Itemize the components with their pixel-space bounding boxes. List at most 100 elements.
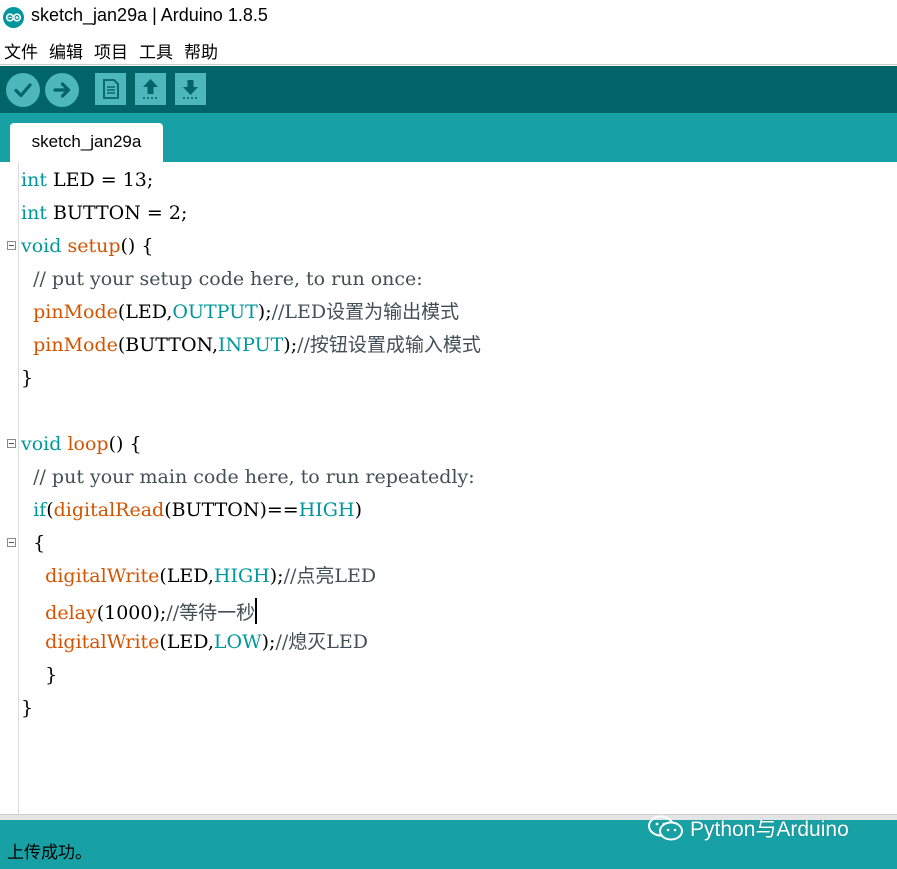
code-token: //熄灭LED bbox=[275, 631, 368, 653]
menu-help[interactable]: 帮助 bbox=[184, 38, 218, 63]
check-icon bbox=[14, 83, 32, 98]
code-line[interactable]: pinMode(BUTTON,INPUT);//按钮设置成输入模式 bbox=[21, 334, 481, 356]
menu-tools[interactable]: 工具 bbox=[139, 38, 173, 63]
arduino-logo-icon bbox=[3, 7, 24, 28]
code-line[interactable]: digitalWrite(LED,HIGH);//点亮LED bbox=[21, 565, 376, 587]
wechat-icon bbox=[646, 814, 686, 842]
arrow-down-icon bbox=[183, 80, 198, 99]
code-token: pinMode bbox=[33, 301, 118, 323]
code-token: digitalWrite bbox=[45, 631, 160, 653]
verify-button[interactable] bbox=[6, 73, 40, 107]
code-line[interactable]: int LED = 13; bbox=[21, 169, 153, 191]
menu-edit[interactable]: 编辑 bbox=[49, 38, 83, 63]
code-token: () { bbox=[120, 235, 154, 257]
code-token: //点亮LED bbox=[283, 565, 377, 587]
tab-bar: sketch_jan29a bbox=[0, 113, 897, 162]
code-token: HIGH bbox=[213, 565, 270, 587]
code-token: ); bbox=[261, 631, 276, 653]
gutter-divider bbox=[18, 162, 19, 814]
code-token: (LED, bbox=[117, 301, 173, 323]
arrow-right-icon bbox=[53, 82, 71, 98]
code-line[interactable]: void setup() { bbox=[21, 235, 153, 257]
code-token: //LED设置为输出模式 bbox=[271, 301, 460, 323]
code-token: digitalRead bbox=[53, 499, 165, 521]
code-token: //等待一秒 bbox=[166, 602, 256, 624]
code-line[interactable]: { bbox=[21, 532, 45, 554]
document-icon bbox=[103, 79, 119, 99]
code-editor[interactable]: int LED = 13; int BUTTON = 2; void setup()… bbox=[0, 162, 897, 814]
code-token: ( bbox=[46, 499, 54, 521]
status-message: 上传成功。 bbox=[7, 843, 92, 863]
code-token: (1000); bbox=[96, 602, 167, 624]
tab-sketch[interactable]: sketch_jan29a bbox=[10, 123, 163, 162]
code-token: if bbox=[33, 499, 47, 521]
code-line[interactable]: void loop() { bbox=[21, 433, 142, 455]
menu-bar: 文件 编辑 项目 工具 帮助 bbox=[0, 34, 897, 65]
code-line[interactable]: if(digitalRead(BUTTON)==HIGH) bbox=[21, 499, 362, 521]
code-token: digitalWrite bbox=[45, 565, 160, 587]
code-token: ); bbox=[283, 334, 298, 356]
code-token: void bbox=[21, 433, 62, 455]
tab-label: sketch_jan29a bbox=[31, 132, 142, 151]
code-line[interactable]: } bbox=[21, 367, 33, 389]
code-token: () { bbox=[108, 433, 142, 455]
code-token: (LED, bbox=[159, 565, 214, 587]
code-token: LED = 13; bbox=[46, 169, 154, 191]
menu-file[interactable]: 文件 bbox=[4, 38, 38, 63]
code-token: void bbox=[21, 235, 62, 257]
code-token: HIGH bbox=[298, 499, 355, 521]
code-token: // put your setup code here, to run once… bbox=[33, 268, 423, 290]
code-line[interactable]: digitalWrite(LED,LOW);//熄灭LED bbox=[21, 631, 368, 653]
arrow-up-icon bbox=[143, 79, 158, 99]
code-line[interactable]: // put your main code here, to run repea… bbox=[21, 466, 475, 488]
text-caret bbox=[255, 598, 258, 624]
code-token: ); bbox=[257, 301, 272, 323]
fold-toggle-icon[interactable] bbox=[7, 439, 16, 448]
code-token: delay bbox=[45, 602, 97, 624]
code-token: // put your main code here, to run repea… bbox=[33, 466, 475, 488]
code-token: //按钮设置成输入模式 bbox=[297, 334, 481, 356]
toolbar bbox=[0, 66, 897, 113]
title-bar: sketch_jan29a | Arduino 1.8.5 bbox=[0, 0, 897, 34]
code-token: setup bbox=[67, 235, 121, 257]
code-line[interactable]: // put your setup code here, to run once… bbox=[21, 268, 423, 290]
code-line[interactable]: delay(1000);//等待一秒 bbox=[21, 598, 258, 624]
code-token: loop bbox=[67, 433, 109, 455]
code-line[interactable]: } bbox=[21, 664, 57, 686]
save-button[interactable] bbox=[175, 73, 206, 105]
fold-toggle-icon[interactable] bbox=[7, 241, 16, 250]
code-token: LOW bbox=[213, 631, 262, 653]
code-token: { bbox=[33, 532, 46, 554]
open-button[interactable] bbox=[135, 73, 166, 105]
code-token: } bbox=[21, 367, 34, 389]
new-sketch-button[interactable] bbox=[95, 73, 126, 105]
code-line[interactable]: int BUTTON = 2; bbox=[21, 202, 187, 224]
code-token: INPUT bbox=[218, 334, 284, 356]
code-token: } bbox=[45, 664, 58, 686]
code-line[interactable]: } bbox=[21, 697, 33, 719]
code-token: (LED, bbox=[159, 631, 214, 653]
menu-sketch[interactable]: 项目 bbox=[94, 38, 128, 63]
code-token: OUTPUT bbox=[172, 301, 258, 323]
code-token: pinMode bbox=[33, 334, 118, 356]
fold-toggle-icon[interactable] bbox=[7, 538, 16, 547]
window-title: sketch_jan29a | Arduino 1.8.5 bbox=[31, 5, 268, 25]
watermark-text: Python与Arduino bbox=[690, 818, 849, 841]
code-line[interactable]: pinMode(LED,OUTPUT);//LED设置为输出模式 bbox=[21, 301, 459, 323]
upload-button[interactable] bbox=[45, 73, 79, 107]
code-token: int bbox=[21, 202, 47, 224]
code-token: } bbox=[21, 697, 34, 719]
code-token: ); bbox=[269, 565, 284, 587]
code-token: (BUTTON, bbox=[117, 334, 218, 356]
watermark: Python与Arduino bbox=[646, 813, 849, 843]
